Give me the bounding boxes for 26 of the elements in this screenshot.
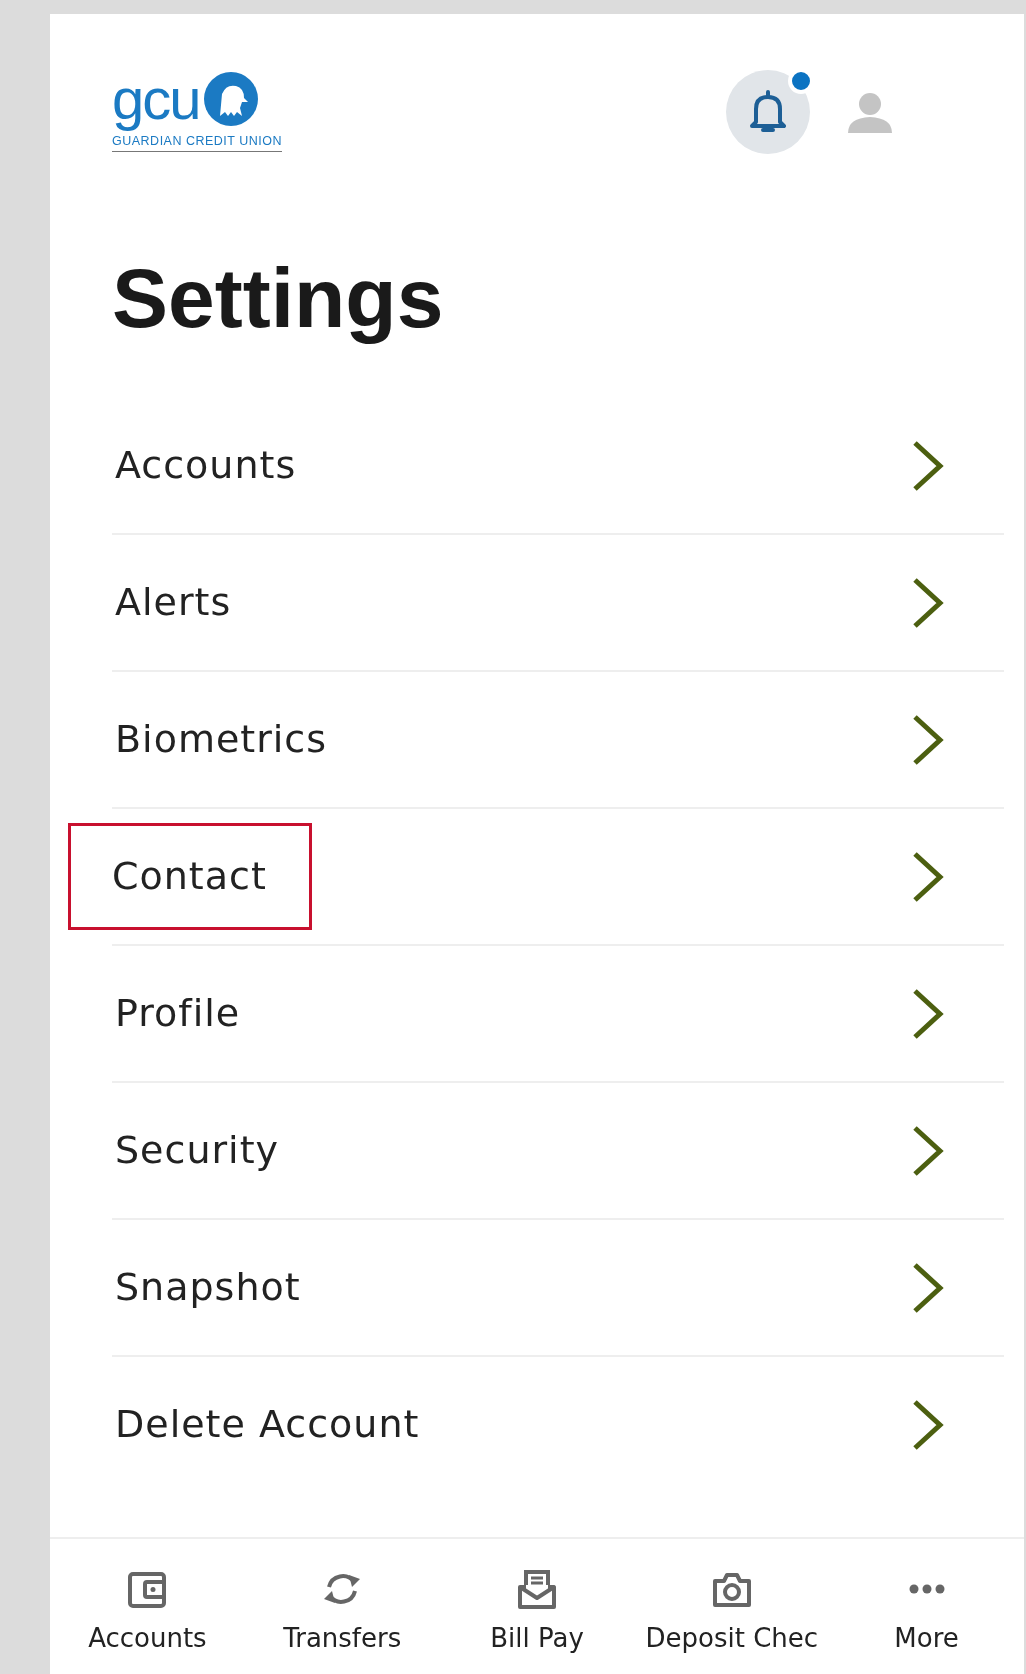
chevron-right-icon [912, 850, 944, 903]
eagle-emblem-icon [203, 72, 258, 126]
nav-tab[interactable]: Deposit Chec [634, 1539, 830, 1674]
chevron-right-icon [912, 713, 944, 766]
nav-tab[interactable]: Accounts [50, 1539, 245, 1674]
nav-tab[interactable]: Transfers [244, 1539, 440, 1674]
settings-row[interactable]: Biometrics [68, 672, 1004, 807]
logo-subtitle: GUARDIAN CREDIT UNION [112, 132, 282, 152]
settings-row[interactable]: Profile [68, 946, 1004, 1081]
chevron-right-icon [912, 576, 944, 629]
settings-row[interactable]: Accounts [68, 398, 1004, 533]
settings-row[interactable]: Contact [68, 809, 1004, 944]
chevron-right-icon [912, 439, 944, 492]
settings-row[interactable]: Delete Account [68, 1357, 1004, 1492]
nav-tab[interactable]: More [829, 1539, 1024, 1674]
chevron-right-icon [912, 987, 944, 1040]
bell-icon [748, 90, 788, 134]
settings-row[interactable]: Snapshot [68, 1220, 1004, 1355]
chevron-right-icon [912, 1398, 944, 1451]
nav-tab[interactable]: Bill Pay [439, 1539, 635, 1674]
chevron-right-icon [912, 1124, 944, 1177]
settings-row[interactable]: Alerts [68, 535, 1004, 670]
envelope-document-icon [517, 1569, 557, 1609]
wallet-icon [127, 1569, 168, 1609]
settings-row[interactable]: Security [68, 1083, 1004, 1218]
chevron-right-icon [912, 1261, 944, 1314]
